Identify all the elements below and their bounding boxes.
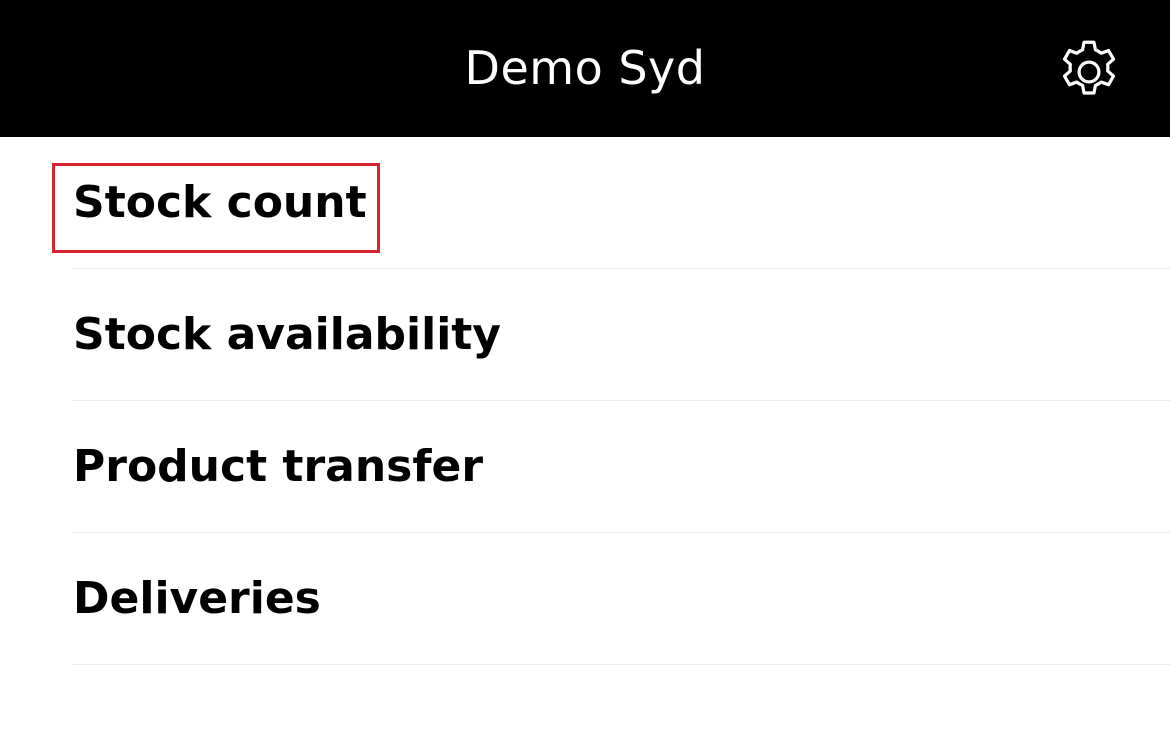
menu-item-product-transfer[interactable]: Product transfer [0,401,1170,533]
menu-item-stock-availability[interactable]: Stock availability [0,269,1170,401]
menu-item-label: Stock count [73,177,367,228]
page-title: Demo Syd [464,41,706,95]
divider [72,664,1170,665]
settings-button[interactable] [1049,32,1129,112]
menu-item-label: Stock availability [73,309,501,360]
app-header: Demo Syd [0,0,1170,137]
menu-item-label: Deliveries [73,573,321,624]
menu-item-label: Product transfer [73,441,484,492]
menu-item-stock-count[interactable]: Stock count [0,137,1170,269]
gear-icon [1062,40,1116,95]
menu-item-deliveries[interactable]: Deliveries [0,533,1170,665]
main-menu: Stock count Stock availability Product t… [0,137,1170,665]
